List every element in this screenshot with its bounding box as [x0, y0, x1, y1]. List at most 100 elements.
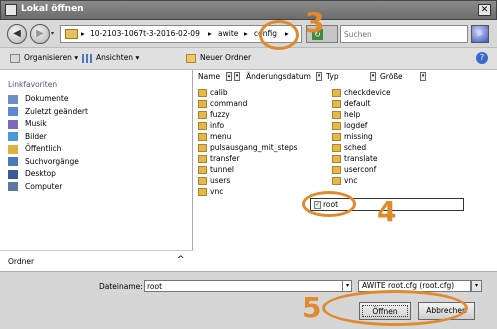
favorites-heading: Linkfavoriten	[8, 80, 58, 89]
column-filter-type[interactable]: ▾	[370, 72, 376, 81]
folder-name: vnc	[210, 187, 224, 196]
sidebar-item-label: Zuletzt geändert	[25, 106, 88, 116]
search-button[interactable]: ⌕	[471, 25, 489, 43]
views-icon	[82, 53, 92, 63]
sidebar-item[interactable]: Desktop	[8, 169, 88, 182]
folder-item[interactable]: info	[198, 121, 224, 132]
organize-icon	[10, 53, 20, 63]
folder-item[interactable]: fuzzy	[198, 110, 230, 121]
sidebar-item-label: Desktop	[25, 169, 56, 178]
breadcrumb-item-awite[interactable]: awite	[218, 29, 238, 38]
folders-label: Ordner	[8, 257, 35, 266]
folder-item[interactable]: transfer	[198, 154, 240, 165]
organize-button[interactable]: Organisieren ▾	[10, 53, 78, 63]
folder-item[interactable]: userconf	[332, 165, 376, 176]
title-bar: Lokal öffnen ✕	[0, 0, 497, 20]
folder-item[interactable]: calib	[198, 88, 228, 99]
folder-icon	[332, 166, 341, 174]
column-sort-indicator[interactable]: ▴	[226, 72, 232, 81]
folder-item[interactable]: translate	[332, 154, 378, 165]
folder-icon	[332, 177, 341, 185]
annotation-circle-5	[322, 290, 468, 326]
folders-toggle[interactable]: Ordner ^	[0, 250, 193, 271]
history-dropdown[interactable]: ▾	[51, 30, 54, 37]
pictures-icon	[8, 132, 18, 141]
folder-item[interactable]: vnc	[332, 176, 357, 187]
sidebar-item[interactable]: Bilder	[8, 132, 88, 145]
sidebar-item-label: Dokumente	[25, 94, 69, 103]
views-button[interactable]: Ansichten ▾	[82, 53, 139, 63]
annotation-circle-4	[302, 191, 356, 217]
folder-name: help	[344, 110, 361, 119]
folder-icon	[198, 155, 207, 163]
sidebar-item-label: Suchvorgänge	[25, 156, 79, 166]
folder-name: transfer	[210, 154, 240, 163]
sidebar-item[interactable]: Öffentlich	[8, 144, 88, 157]
column-header-date[interactable]: Änderungsdatum	[246, 72, 311, 81]
folder-item[interactable]: missing	[332, 132, 373, 143]
folder-name: checkdevice	[344, 88, 391, 97]
folder-item[interactable]: help	[332, 110, 360, 121]
column-header-type[interactable]: Typ	[326, 72, 339, 81]
favorites-list: Dokumente Zuletzt geändert Musik Bilder Öffe…	[8, 94, 88, 194]
folder-name: userconf	[344, 165, 377, 174]
folder-name: command	[210, 99, 248, 108]
sidebar-item[interactable]: Computer	[8, 182, 88, 195]
sidebar-item[interactable]: Suchvorgänge	[8, 157, 88, 170]
folder-item[interactable]: command	[198, 99, 247, 110]
recent-icon	[8, 107, 18, 116]
views-label: Ansichten ▾	[96, 53, 140, 62]
folder-item[interactable]: default	[332, 99, 370, 110]
sidebar-item[interactable]: Zuletzt geändert	[8, 107, 88, 120]
new-folder-button[interactable]: Neuer Ordner	[186, 53, 251, 63]
folder-item[interactable]: checkdevice	[332, 88, 391, 99]
folder-name: fuzzy	[210, 110, 230, 119]
folder-item[interactable]: pulsausgang_mit_steps	[198, 143, 298, 154]
window-title: Lokal öffnen	[21, 4, 84, 14]
search-box[interactable]	[340, 25, 468, 43]
folder-icon	[198, 122, 207, 130]
new-folder-icon	[186, 53, 196, 63]
folder-icon	[332, 144, 341, 152]
filename-input[interactable]	[145, 281, 335, 291]
folder-name: vnc	[344, 176, 358, 185]
folder-item[interactable]: menu	[198, 132, 231, 143]
sidebar-item[interactable]: Musik	[8, 119, 88, 132]
folder-name: sched	[344, 143, 367, 152]
search-input[interactable]	[341, 26, 461, 42]
folder-icon	[198, 100, 207, 108]
folder-icon	[198, 111, 207, 119]
column-filter-date[interactable]: ▾	[316, 72, 322, 81]
column-filter-name[interactable]: ▾	[234, 72, 240, 81]
toolbar: Organisieren ▾ Ansichten ▾ Neuer Ordner …	[0, 48, 497, 70]
forward-button[interactable]: ▶	[30, 24, 50, 44]
folder-item[interactable]: sched	[332, 143, 366, 154]
folder-item[interactable]: vnc	[198, 187, 223, 198]
file-type-dropdown[interactable]: ▾	[471, 280, 482, 292]
back-button[interactable]: ◀	[7, 24, 27, 44]
column-header-name[interactable]: Name	[198, 72, 220, 81]
navigation-pane: Linkfavoriten Dokumente Zuletzt geändert M…	[0, 70, 193, 271]
breadcrumb-item-root[interactable]: 10-2103-1067t-3-2016-02-09	[90, 29, 200, 38]
folder-icon	[198, 188, 207, 196]
column-filter-size[interactable]: ▾	[420, 72, 426, 81]
breadcrumb-separator: ▸	[244, 29, 248, 38]
close-button[interactable]: ✕	[478, 4, 491, 16]
folder-name: users	[210, 176, 231, 185]
folder-name: menu	[210, 132, 232, 141]
annotation-circle-3	[259, 20, 299, 50]
folder-item[interactable]: tunnel	[198, 165, 234, 176]
step-marker-4: 4	[377, 195, 397, 228]
folder-item[interactable]: logdef	[332, 121, 367, 132]
folder-name: translate	[344, 154, 378, 163]
folder-icon	[332, 111, 341, 119]
folder-item[interactable]: users	[198, 176, 230, 187]
desktop-icon	[8, 169, 18, 179]
filename-dropdown[interactable]: ▾	[342, 280, 352, 292]
window-icon	[5, 4, 17, 16]
help-icon[interactable]: ?	[476, 52, 488, 64]
column-header-size[interactable]: Größe	[380, 72, 403, 81]
folder-name: logdef	[344, 121, 368, 130]
sidebar-item[interactable]: Dokumente	[8, 94, 88, 107]
public-icon	[8, 144, 18, 154]
